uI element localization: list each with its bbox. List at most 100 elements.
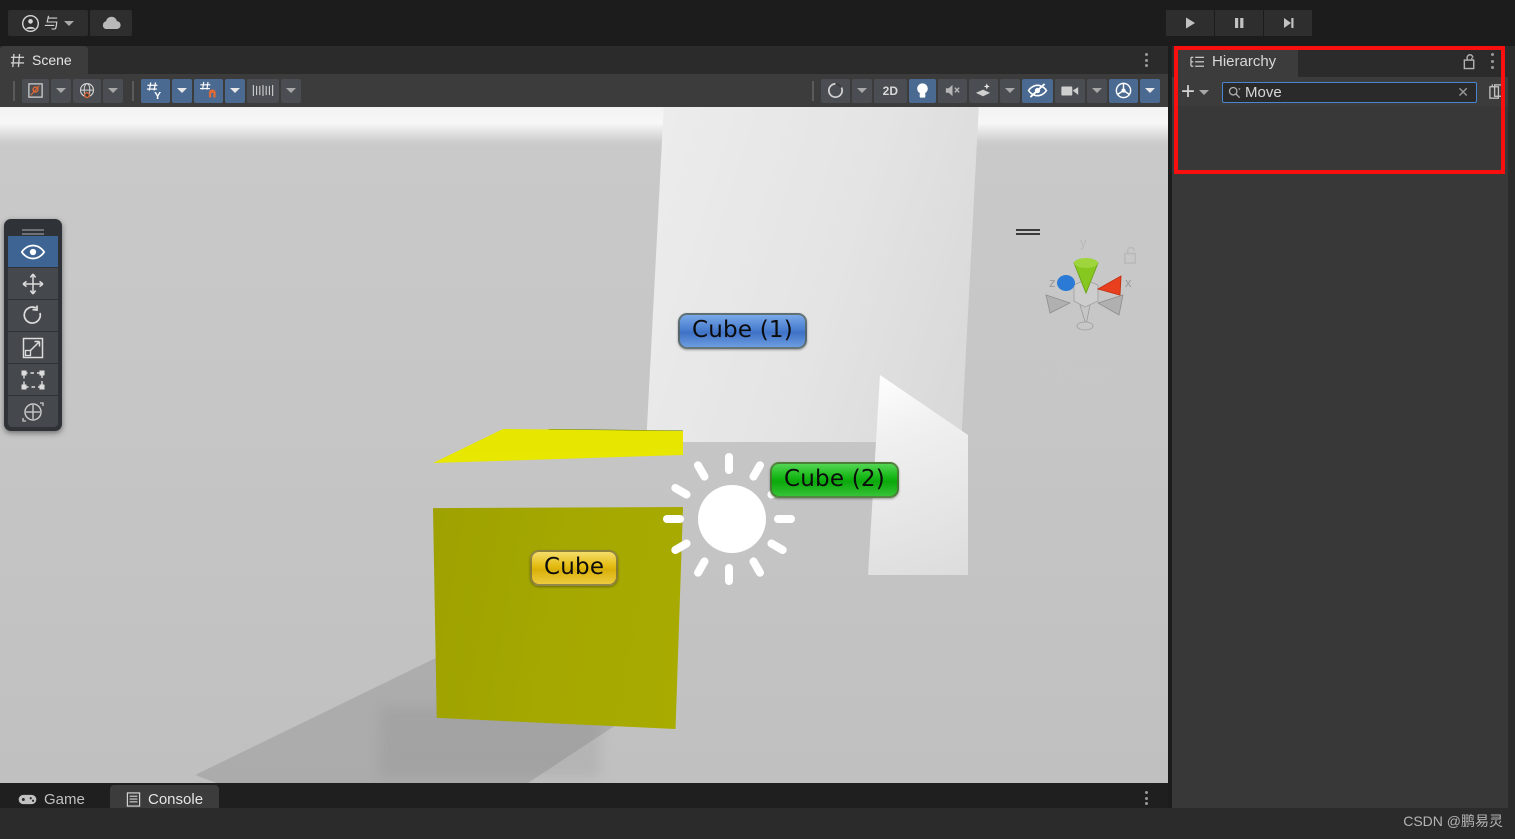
bottom-status-bar [0,808,1515,839]
light-ray [669,538,693,556]
eye-crossed-icon [1027,83,1048,98]
snap-magnet-dropdown[interactable] [225,78,245,103]
light-core [698,485,766,553]
scene-viewport[interactable]: Cube (1) Cube (2) Cube y z x < Persp [0,107,1168,783]
pivot-rotation-dropdown[interactable] [103,78,123,103]
scene-tool-palette [4,219,62,431]
light-ray [765,538,789,556]
scene-label-cube-2[interactable]: Cube (2) [770,462,899,498]
hierarchy-empty-area[interactable] [1172,106,1515,747]
dot [1144,796,1148,800]
2d-toggle-button[interactable]: 2D [873,78,907,103]
fx-dropdown[interactable] [1000,78,1020,103]
play-icon [1186,17,1195,29]
object-type-filter-icon [1489,84,1504,99]
object-type-filter-button[interactable] [1485,81,1509,103]
add-object-button[interactable]: + [1178,80,1212,104]
pivot-mode-dropdown[interactable] [51,78,71,103]
shading-mode-dropdown[interactable] [851,78,872,103]
rotate-icon [23,305,42,324]
scale-tool[interactable] [8,332,58,363]
hierarchy-lock-button[interactable] [1462,53,1477,75]
fx-button[interactable] [969,78,998,103]
scene-lighting-button[interactable] [909,78,936,103]
scene-label-cube[interactable]: Cube [530,550,619,586]
grid-snap-dropdown[interactable] [172,78,192,103]
step-button[interactable] [1264,10,1312,36]
pivot-rotation-button[interactable] [73,78,101,103]
tab-game-label: Game [44,791,85,808]
hierarchy-search-input[interactable]: Move ✕ [1222,81,1477,103]
scene-audio-button[interactable] [938,78,967,103]
scene-label-cube-1[interactable]: Cube (1) [678,313,807,349]
light-ray [692,459,710,483]
scene-visibility-button[interactable] [1022,78,1053,103]
gizmos-dropdown[interactable] [1140,78,1160,103]
chevron-down-icon [177,88,187,93]
move-tool[interactable] [8,268,58,299]
transform-tool[interactable] [8,396,58,427]
background-plane [646,107,979,442]
gizmo-lock-button[interactable] [1122,245,1139,270]
chevron-down-icon [1199,89,1210,95]
tab-scene-label: Scene [32,52,72,68]
lock-open-icon [1124,246,1136,264]
lock-open-icon [1463,54,1475,70]
snap-magnet-button[interactable] [194,78,223,103]
lightbulb-icon [917,83,928,98]
grid-size-dropdown[interactable] [281,78,301,103]
hierarchy-toolbar: + Move ✕ [1172,77,1515,107]
move-arrows-icon [22,273,44,294]
scene-grid-icon [10,53,25,67]
speaker-mute-icon [945,84,960,97]
scene-panel: Scene Y 2D Cube (1) Cube (2) Cube y z x … [0,46,1168,814]
magnet-snap-icon [199,81,216,98]
light-ray [774,515,795,523]
account-group: 与 [8,10,132,36]
ruler-icon [252,85,274,96]
effects-sparkle-icon [975,82,991,96]
camera-dropdown[interactable] [1087,78,1107,103]
pivot-mode-button[interactable] [22,78,49,103]
scene-panel-menu-button[interactable] [1138,51,1154,69]
light-ray [725,564,733,585]
cube-face-front [433,507,683,729]
camera-button[interactable] [1055,78,1085,103]
palette-grip[interactable] [8,223,58,236]
camera-projection-label[interactable]: < Persp [1040,362,1109,385]
gizmos-button[interactable] [1109,78,1138,103]
console-panel-menu-button[interactable] [1138,789,1154,807]
pause-button[interactable] [1215,10,1263,36]
account-label: 与 [43,14,59,32]
watermark: CSDN @鹏易灵 [1403,813,1503,829]
shading-mode-button[interactable] [820,78,850,103]
toolbar-divider [132,80,134,101]
account-button[interactable]: 与 [8,10,88,36]
console-lines-icon [126,792,141,807]
clear-x-icon[interactable]: ✕ [1454,84,1472,101]
grid-snap-button[interactable]: Y [141,78,170,103]
unity-editor-window: 与 Scene Y 2D Cube (1) Cube (2) Cube y z … [0,0,1515,839]
tab-scene[interactable]: Scene [0,46,88,74]
play-button[interactable] [1166,10,1214,36]
gizmo-grip[interactable] [1016,229,1040,231]
globe-icon [79,82,95,98]
right-edge-strip [1508,46,1515,839]
cloud-button[interactable] [90,10,132,36]
chevron-down-icon [108,88,118,93]
gizmo-x-label: x [1125,275,1132,290]
gizmo-z-label: z [1049,275,1056,290]
rect-transform-icon [21,370,45,389]
tab-hierarchy[interactable]: Hierarchy [1178,46,1299,77]
view-tool[interactable] [8,236,58,267]
top-toolbar: 与 [0,0,1515,46]
dot [1144,58,1148,62]
rect-tool[interactable] [8,364,58,395]
light-ray [725,453,733,474]
rotate-tool[interactable] [8,300,58,331]
dot [1490,59,1494,63]
grid-size-button[interactable] [247,78,279,103]
cloud-icon [102,16,121,29]
shaded-sphere-icon [827,82,843,99]
hierarchy-panel-menu-button[interactable] [1485,53,1499,69]
